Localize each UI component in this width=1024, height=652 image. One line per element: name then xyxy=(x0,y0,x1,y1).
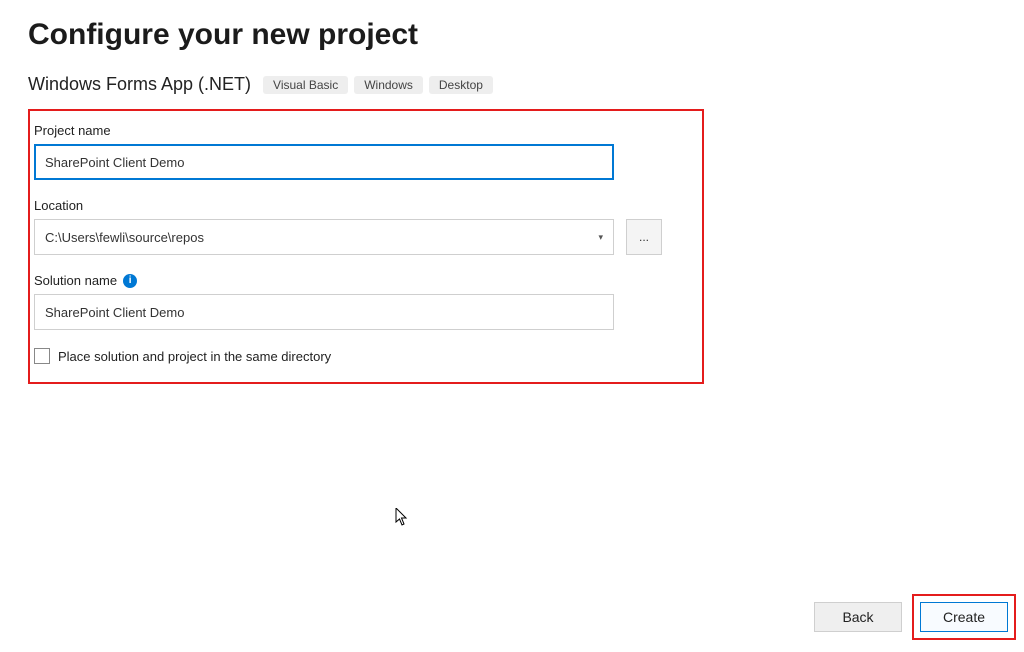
location-label: Location xyxy=(34,198,686,213)
project-name-label: Project name xyxy=(34,123,686,138)
same-directory-label: Place solution and project in the same d… xyxy=(58,349,331,364)
same-directory-checkbox[interactable] xyxy=(34,348,50,364)
project-name-field: Project name xyxy=(34,123,686,180)
page-title: Configure your new project xyxy=(28,18,996,52)
info-icon[interactable]: i xyxy=(123,274,137,288)
footer-buttons: Back Create xyxy=(814,594,1016,640)
create-highlight-box: Create xyxy=(912,594,1016,640)
browse-location-button[interactable]: ... xyxy=(626,219,662,255)
tag-desktop: Desktop xyxy=(429,76,493,94)
location-value: C:\Users\fewli\source\repos xyxy=(45,230,204,245)
solution-name-label: Solution name i xyxy=(34,273,686,288)
cursor-icon xyxy=(395,508,409,526)
back-button[interactable]: Back xyxy=(814,602,902,632)
same-directory-row: Place solution and project in the same d… xyxy=(34,348,686,364)
tag-visual-basic: Visual Basic xyxy=(263,76,348,94)
location-field: Location C:\Users\fewli\source\repos ▾ .… xyxy=(34,198,686,255)
form-highlight-box: Project name Location C:\Users\fewli\sou… xyxy=(28,109,704,384)
create-button[interactable]: Create xyxy=(920,602,1008,632)
tag-windows: Windows xyxy=(354,76,423,94)
solution-name-field: Solution name i xyxy=(34,273,686,330)
chevron-down-icon: ▾ xyxy=(598,232,603,243)
location-combobox[interactable]: C:\Users\fewli\source\repos ▾ xyxy=(34,219,614,255)
subtitle-row: Windows Forms App (.NET) Visual Basic Wi… xyxy=(28,74,996,95)
project-template-name: Windows Forms App (.NET) xyxy=(28,74,251,95)
project-name-input[interactable] xyxy=(34,144,614,180)
solution-name-input[interactable] xyxy=(34,294,614,330)
template-tags: Visual Basic Windows Desktop xyxy=(263,76,493,94)
